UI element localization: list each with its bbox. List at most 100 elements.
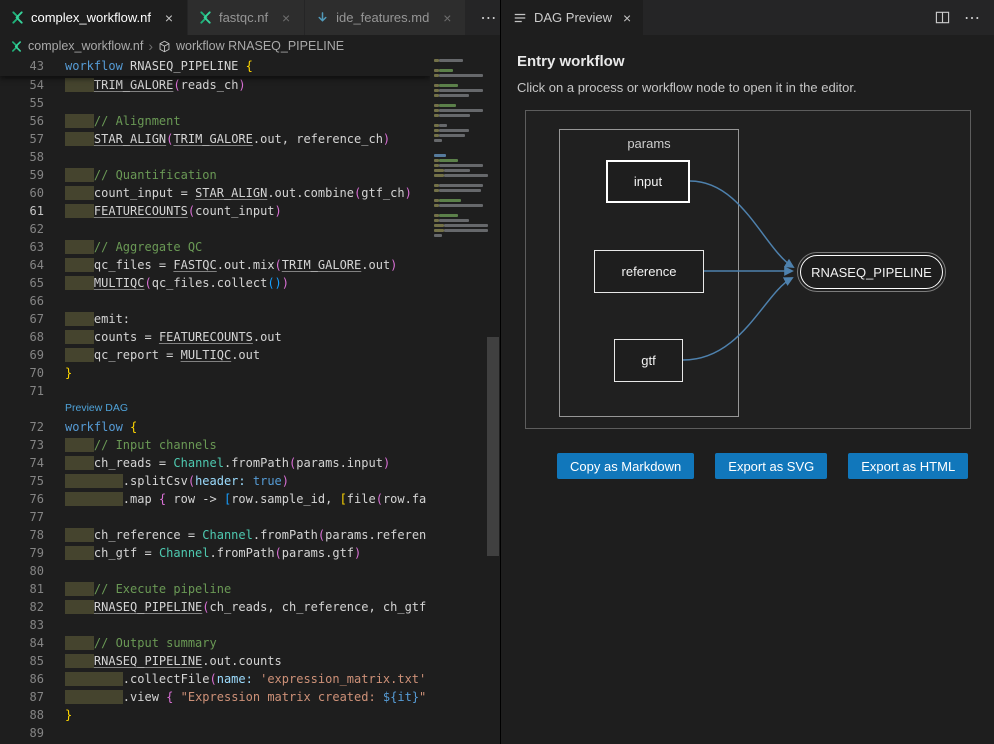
- close-icon[interactable]: ×: [278, 10, 294, 26]
- code-text[interactable]: .map { row -> [row.sample_id, [file(row.…: [44, 490, 426, 508]
- process-link[interactable]: MULTIQC: [181, 348, 232, 362]
- code-text[interactable]: .splitCsv(header: true): [44, 472, 289, 490]
- scrollbar-thumb[interactable]: [487, 337, 499, 556]
- code-line[interactable]: 74 ch_reads = Channel.fromPath(params.in…: [0, 454, 500, 472]
- code-line[interactable]: 55: [0, 94, 500, 112]
- code-line[interactable]: 88}: [0, 706, 500, 724]
- code-line[interactable]: 76 .map { row -> [row.sample_id, [file(r…: [0, 490, 500, 508]
- code-text[interactable]: // Aggregate QC: [44, 238, 202, 256]
- code-line[interactable]: 82 RNASEQ_PIPELINE(ch_reads, ch_referenc…: [0, 598, 500, 616]
- code-line[interactable]: 86 .collectFile(name: 'expression_matrix…: [0, 670, 500, 688]
- close-icon[interactable]: ×: [623, 10, 631, 26]
- tab-ide-features-md[interactable]: ide_features.md ×: [305, 0, 466, 35]
- code-text[interactable]: qc_files = FASTQC.out.mix(TRIM_GALORE.ou…: [44, 256, 397, 274]
- split-editor-icon[interactable]: [935, 10, 950, 25]
- process-link[interactable]: RNASEQ_PIPELINE: [94, 600, 202, 614]
- close-icon[interactable]: ×: [439, 10, 455, 26]
- code-line[interactable]: 56 // Alignment: [0, 112, 500, 130]
- code-text[interactable]: .view { "Expression matrix created: ${it…: [44, 688, 426, 706]
- code-text[interactable]: // Quantification: [44, 166, 217, 184]
- code-line[interactable]: 69 qc_report = MULTIQC.out: [0, 346, 500, 364]
- code-text[interactable]: workflow RNASEQ_PIPELINE {: [44, 57, 253, 75]
- code-line[interactable]: 62: [0, 220, 500, 238]
- dag-node-gtf[interactable]: gtf: [614, 339, 683, 382]
- code-line[interactable]: 75 .splitCsv(header: true): [0, 472, 500, 490]
- code-line[interactable]: 68 counts = FEATURECOUNTS.out: [0, 328, 500, 346]
- code-text[interactable]: }: [44, 364, 72, 382]
- code-line[interactable]: 79 ch_gtf = Channel.fromPath(params.gtf): [0, 544, 500, 562]
- process-link[interactable]: TRIM_GALORE: [94, 78, 173, 92]
- breadcrumb-symbol[interactable]: workflow RNASEQ_PIPELINE: [176, 39, 344, 53]
- code-text[interactable]: // Input channels: [44, 436, 217, 454]
- code-line[interactable]: 43workflow RNASEQ_PIPELINE {: [0, 57, 430, 75]
- code-line[interactable]: 67 emit:: [0, 310, 500, 328]
- process-link[interactable]: FEATURECOUNTS: [159, 330, 253, 344]
- code-text[interactable]: MULTIQC(qc_files.collect()): [44, 274, 289, 292]
- export-as-html-button[interactable]: Export as HTML: [848, 453, 968, 479]
- code-line[interactable]: 71: [0, 382, 500, 400]
- code-line[interactable]: 81 // Execute pipeline: [0, 580, 500, 598]
- process-link[interactable]: FASTQC: [173, 258, 216, 272]
- code-text[interactable]: [44, 94, 65, 112]
- code-text[interactable]: [44, 508, 65, 526]
- code-text[interactable]: counts = FEATURECOUNTS.out: [44, 328, 282, 346]
- more-actions-icon[interactable]: ⋯: [964, 8, 980, 28]
- tab-complex-workflow-nf[interactable]: complex_workflow.nf ×: [0, 0, 188, 35]
- code-text[interactable]: .collectFile(name: 'expression_matrix.tx…: [44, 670, 426, 688]
- codelens-preview-dag[interactable]: Preview DAG: [44, 400, 128, 418]
- code-line[interactable]: 60 count_input = STAR_ALIGN.out.combine(…: [0, 184, 500, 202]
- code-text[interactable]: workflow {: [44, 418, 137, 436]
- code-line[interactable]: 85 RNASEQ_PIPELINE.out.counts: [0, 652, 500, 670]
- close-icon[interactable]: ×: [161, 10, 177, 26]
- sticky-scroll-line[interactable]: 43workflow RNASEQ_PIPELINE {: [0, 57, 430, 76]
- code-line[interactable]: 58: [0, 148, 500, 166]
- code-line[interactable]: 65 MULTIQC(qc_files.collect()): [0, 274, 500, 292]
- code-text[interactable]: STAR_ALIGN(TRIM_GALORE.out, reference_ch…: [44, 130, 390, 148]
- copy-as-markdown-button[interactable]: Copy as Markdown: [557, 453, 694, 479]
- code-line[interactable]: 87 .view { "Expression matrix created: $…: [0, 688, 500, 706]
- code-text[interactable]: RNASEQ_PIPELINE(ch_reads, ch_reference, …: [44, 598, 426, 616]
- code-line[interactable]: 61 FEATURECOUNTS(count_input): [0, 202, 500, 220]
- tab-dag-preview[interactable]: DAG Preview ×: [501, 0, 643, 35]
- export-as-svg-button[interactable]: Export as SVG: [715, 453, 827, 479]
- code-text[interactable]: [44, 148, 65, 166]
- code-text[interactable]: ch_reads = Channel.fromPath(params.input…: [44, 454, 390, 472]
- editor-scrollbar[interactable]: [486, 57, 500, 744]
- code-text[interactable]: // Output summary: [44, 634, 217, 652]
- code-line[interactable]: 66: [0, 292, 500, 310]
- code-text[interactable]: [44, 562, 65, 580]
- code-line[interactable]: 84 // Output summary: [0, 634, 500, 652]
- code-text[interactable]: [44, 220, 65, 238]
- code-line[interactable]: 54 TRIM_GALORE(reads_ch): [0, 76, 500, 94]
- code-text[interactable]: FEATURECOUNTS(count_input): [44, 202, 282, 220]
- code-text[interactable]: [44, 616, 65, 634]
- codelens-row[interactable]: Preview DAG: [0, 400, 500, 418]
- code-text[interactable]: // Execute pipeline: [44, 580, 231, 598]
- dag-node-reference[interactable]: reference: [594, 250, 704, 293]
- process-link[interactable]: RNASEQ_PIPELINE: [94, 654, 202, 668]
- process-link[interactable]: STAR_ALIGN: [195, 186, 267, 200]
- code-line[interactable]: 73 // Input channels: [0, 436, 500, 454]
- code-line[interactable]: 70}: [0, 364, 500, 382]
- code-text[interactable]: [44, 382, 65, 400]
- process-link[interactable]: STAR_ALIGN: [94, 132, 166, 146]
- code-text[interactable]: count_input = STAR_ALIGN.out.combine(gtf…: [44, 184, 412, 202]
- process-link[interactable]: MULTIQC: [94, 276, 145, 290]
- code-text[interactable]: TRIM_GALORE(reads_ch): [44, 76, 246, 94]
- code-line[interactable]: 83: [0, 616, 500, 634]
- code-line[interactable]: 72workflow {: [0, 418, 500, 436]
- code-editor[interactable]: 54 TRIM_GALORE(reads_ch)5556 // Alignmen…: [0, 57, 500, 744]
- process-link[interactable]: TRIM_GALORE: [282, 258, 361, 272]
- code-line[interactable]: 80: [0, 562, 500, 580]
- code-line[interactable]: 78 ch_reference = Channel.fromPath(param…: [0, 526, 500, 544]
- code-line[interactable]: 57 STAR_ALIGN(TRIM_GALORE.out, reference…: [0, 130, 500, 148]
- tab-fastqc-nf[interactable]: fastqc.nf ×: [188, 0, 305, 35]
- code-text[interactable]: ch_reference = Channel.fromPath(params.r…: [44, 526, 426, 544]
- code-text[interactable]: [44, 292, 65, 310]
- code-text[interactable]: ch_gtf = Channel.fromPath(params.gtf): [44, 544, 361, 562]
- code-line[interactable]: 64 qc_files = FASTQC.out.mix(TRIM_GALORE…: [0, 256, 500, 274]
- code-area[interactable]: 54 TRIM_GALORE(reads_ch)5556 // Alignmen…: [0, 76, 500, 742]
- code-text[interactable]: }: [44, 706, 72, 724]
- code-text[interactable]: // Alignment: [44, 112, 181, 130]
- process-link[interactable]: FEATURECOUNTS: [94, 204, 188, 218]
